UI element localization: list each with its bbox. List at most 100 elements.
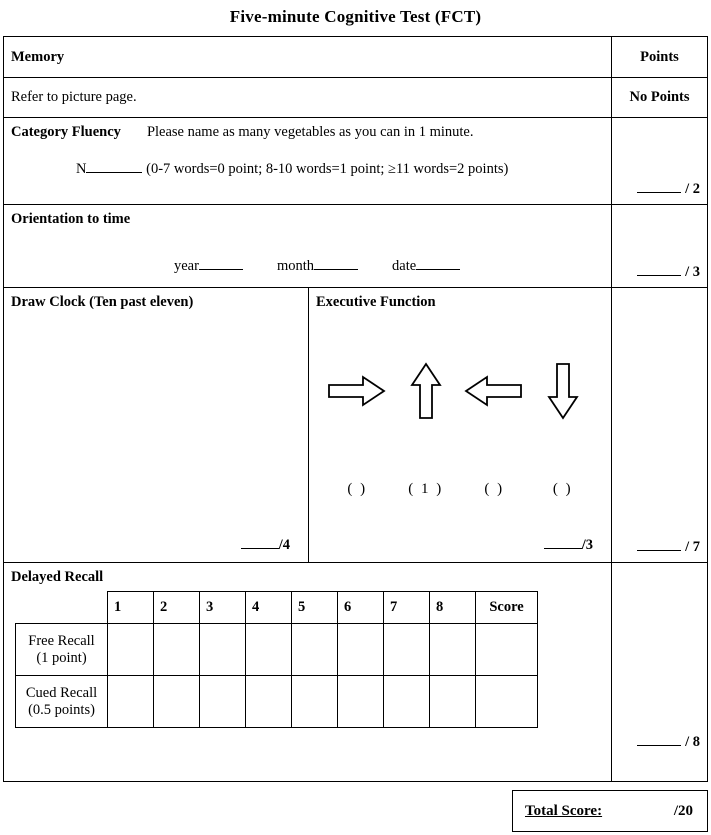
delayed-recall-points-cell: / 8 [611, 563, 707, 781]
executive-arrow-row [309, 360, 611, 422]
header-col-1: 1 [107, 591, 154, 624]
arrow-left-icon [463, 360, 525, 422]
delayed-recall-content: Delayed Recall 1 2 3 4 5 6 7 8 Score Fre… [4, 563, 611, 781]
free-recall-cell-7[interactable] [383, 623, 430, 676]
header-blank [16, 592, 108, 624]
category-fluency-points-cell: / 2 [611, 118, 707, 204]
category-fluency-input[interactable] [86, 172, 143, 173]
fct-form-page: Five-minute Cognitive Test (FCT) Memory … [0, 0, 711, 835]
category-fluency-answer-prefix: N [76, 161, 87, 177]
arrow-right-icon [326, 360, 388, 422]
category-fluency-content: Category Fluency Please name as many veg… [4, 118, 611, 204]
orientation-label-month: month [276, 258, 315, 274]
points-header-column: Points No Points [611, 37, 707, 117]
executive-function-score-input[interactable] [543, 548, 582, 549]
free-recall-label: Free Recall [28, 632, 95, 649]
orientation-score: / 3 [637, 264, 700, 281]
memory-title-cell: Memory [4, 37, 611, 77]
memory-row: Memory Refer to picture page. Points No … [4, 37, 707, 118]
delayed-recall-max: / 8 [685, 734, 700, 750]
delayed-recall-row: Delayed Recall 1 2 3 4 5 6 7 8 Score Fre… [4, 563, 707, 781]
free-recall-sublabel: (1 point) [36, 649, 87, 666]
page-title: Five-minute Cognitive Test (FCT) [229, 7, 482, 26]
orientation-input-date[interactable] [416, 269, 461, 270]
executive-answer-4[interactable]: ( ) [532, 481, 594, 498]
cued-recall-score-cell[interactable] [475, 675, 538, 728]
delayed-recall-title: Delayed Recall [11, 569, 104, 585]
header-col-5: 5 [291, 591, 338, 624]
clock-executive-score-input[interactable] [637, 550, 682, 551]
executive-answer-row: ( ) ( 1 ) ( ) ( ) [309, 481, 611, 498]
table-row: Cued Recall (0.5 points) [15, 675, 538, 728]
clock-executive-row: Draw Clock (Ten past eleven) /4 Executiv… [4, 288, 707, 563]
draw-clock-score-input[interactable] [240, 548, 279, 549]
executive-answer-3[interactable]: ( ) [463, 481, 525, 498]
clock-executive-points-cell: / 7 [611, 288, 707, 562]
cued-recall-label: Cued Recall [25, 684, 98, 701]
cued-recall-cell-7[interactable] [383, 675, 430, 728]
category-fluency-title: Category Fluency [11, 124, 121, 140]
table-row: Free Recall (1 point) [15, 623, 538, 676]
free-recall-cell-3[interactable] [199, 623, 246, 676]
no-points-label: No Points [612, 77, 707, 117]
delayed-recall-score: / 8 [637, 734, 700, 751]
orientation-title: Orientation to time [11, 211, 131, 227]
draw-clock-title: Draw Clock (Ten past eleven) [11, 294, 194, 310]
orientation-row: Orientation to time year month date / 3 [4, 205, 707, 288]
free-recall-cell-1[interactable] [107, 623, 154, 676]
total-score-label: Total Score: [525, 802, 603, 819]
executive-function-max: /3 [581, 537, 593, 553]
cued-recall-cell-3[interactable] [199, 675, 246, 728]
cued-recall-cell-2[interactable] [153, 675, 200, 728]
executive-function-panel: Executive Function () (1) () () /3 [309, 288, 611, 562]
delayed-recall-score-input[interactable] [637, 745, 682, 746]
cued-recall-cell-8[interactable] [429, 675, 476, 728]
memory-instruction-cell: Refer to picture page. [4, 77, 611, 117]
header-col-2: 2 [153, 591, 200, 624]
arrow-down-icon [532, 360, 594, 422]
header-col-3: 3 [199, 591, 246, 624]
orientation-input-month[interactable] [314, 269, 359, 270]
total-score-box: Total Score: /20 [512, 790, 708, 832]
table-header-row: 1 2 3 4 5 6 7 8 Score [16, 591, 538, 624]
category-fluency-score-input[interactable] [637, 192, 682, 193]
form-table: Memory Refer to picture page. Points No … [3, 36, 708, 782]
category-fluency-scoring-note: (0-7 words=0 point; 8-10 words=1 point; … [146, 161, 509, 177]
header-col-8: 8 [429, 591, 476, 624]
arrow-up-icon [395, 360, 457, 422]
draw-clock-score: /4 [240, 537, 290, 554]
orientation-score-input[interactable] [637, 275, 682, 276]
cued-recall-cell-6[interactable] [337, 675, 384, 728]
orientation-points-cell: / 3 [611, 205, 707, 287]
header-col-4: 4 [245, 591, 292, 624]
cued-recall-sublabel: (0.5 points) [28, 701, 95, 718]
free-recall-cell-8[interactable] [429, 623, 476, 676]
draw-clock-max: /4 [278, 537, 290, 553]
cued-recall-cell-1[interactable] [107, 675, 154, 728]
free-recall-cell-2[interactable] [153, 623, 200, 676]
free-recall-cell-4[interactable] [245, 623, 292, 676]
category-fluency-prompt: Please name as many vegetables as you ca… [146, 124, 474, 140]
header-col-score: Score [475, 591, 538, 624]
row-label-cued-recall: Cued Recall (0.5 points) [15, 675, 108, 728]
memory-title: Memory [11, 48, 65, 65]
row-label-free-recall: Free Recall (1 point) [15, 623, 108, 676]
total-score-max: /20 [673, 802, 693, 819]
category-fluency-max: / 2 [685, 181, 700, 197]
category-fluency-answer-line: N (0-7 words=0 point; 8-10 words=1 point… [4, 141, 611, 178]
free-recall-score-cell[interactable] [475, 623, 538, 676]
draw-clock-panel[interactable]: Draw Clock (Ten past eleven) /4 [4, 288, 309, 562]
points-header: Points [640, 48, 679, 65]
header-col-6: 6 [337, 591, 384, 624]
free-recall-cell-5[interactable] [291, 623, 338, 676]
executive-answer-1[interactable]: ( ) [326, 481, 388, 498]
executive-answer-2[interactable]: ( 1 ) [395, 481, 457, 498]
category-fluency-score: / 2 [637, 181, 700, 198]
free-recall-cell-6[interactable] [337, 623, 384, 676]
cued-recall-cell-4[interactable] [245, 675, 292, 728]
orientation-input-year[interactable] [198, 269, 243, 270]
category-fluency-row: Category Fluency Please name as many veg… [4, 118, 707, 205]
cued-recall-cell-5[interactable] [291, 675, 338, 728]
orientation-label-date: date [392, 258, 417, 274]
clock-executive-max: / 7 [685, 539, 700, 555]
